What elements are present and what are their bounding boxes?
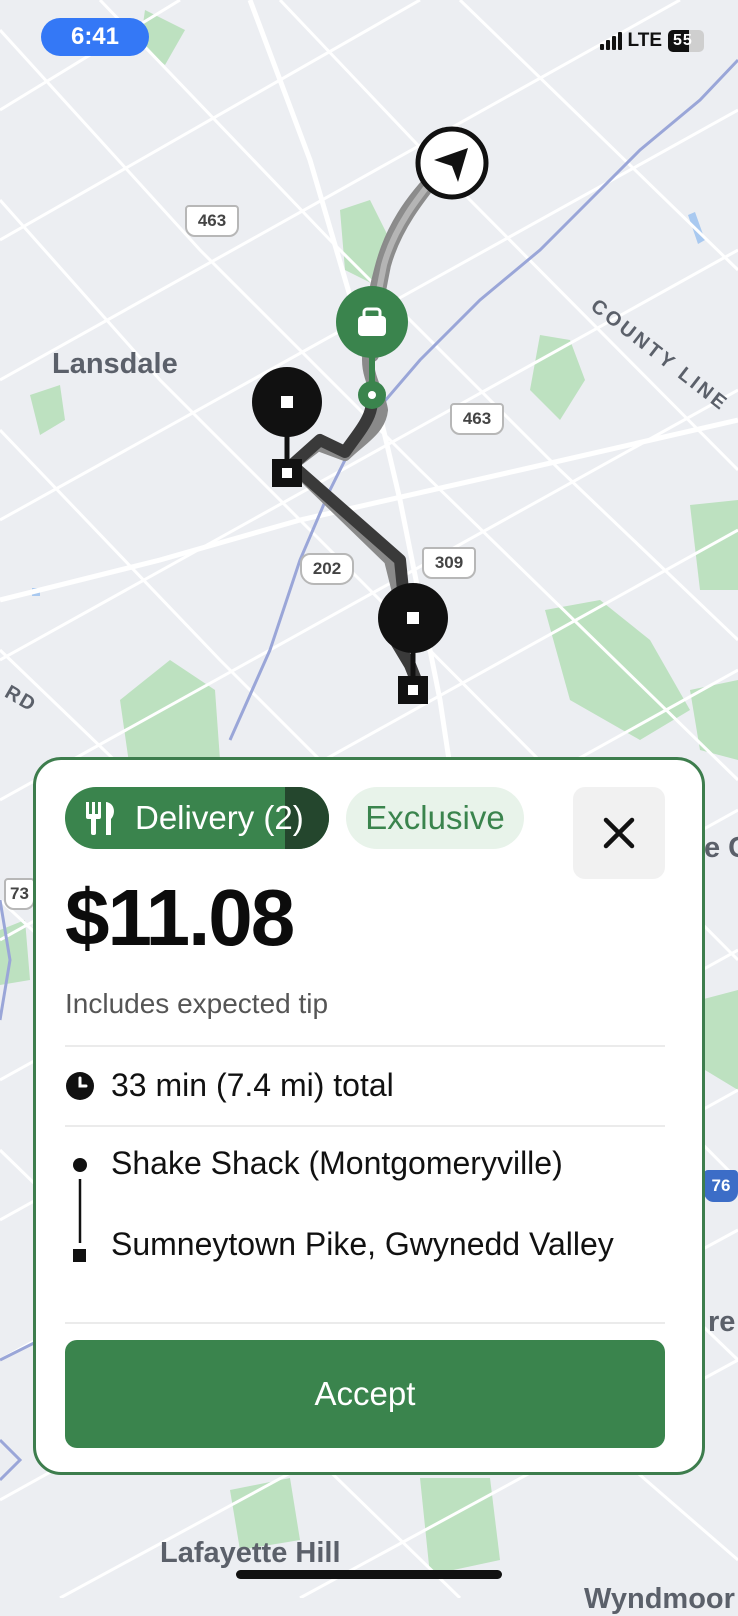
dropoff-location: Sumneytown Pike, Gwynedd Valley bbox=[111, 1226, 614, 1262]
battery-level: 55 bbox=[673, 32, 693, 49]
fork-knife-icon bbox=[83, 800, 119, 836]
map-label-fragment: re bbox=[708, 1306, 736, 1338]
duration-text: 33 min (7.4 mi) total bbox=[111, 1067, 394, 1103]
divider bbox=[65, 1125, 665, 1127]
map-label-fragment: e C bbox=[704, 832, 738, 864]
map-label-wyndmoor: Wyndmoor bbox=[584, 1583, 735, 1615]
route-shield: 76 bbox=[704, 1170, 738, 1202]
status-time: 6:41 bbox=[41, 18, 149, 56]
route-shield: 463 bbox=[450, 403, 504, 435]
signal-icon bbox=[599, 32, 622, 50]
clock-icon bbox=[65, 1071, 95, 1101]
divider bbox=[65, 1045, 665, 1047]
route-shield: 309 bbox=[422, 547, 476, 579]
stop-rail-icon bbox=[73, 1158, 87, 1262]
delivery-type-label: Delivery (2) bbox=[135, 799, 304, 836]
home-indicator[interactable] bbox=[236, 1570, 502, 1579]
delivery-type-badge: Delivery (2) bbox=[65, 787, 329, 849]
battery-icon: 55 bbox=[668, 30, 704, 52]
close-button[interactable] bbox=[573, 787, 665, 879]
shopping-bag-icon bbox=[336, 286, 408, 358]
route-shield: 202 bbox=[300, 553, 354, 585]
map-label-lansdale: Lansdale bbox=[52, 348, 178, 380]
status-indicators: LTE 55 bbox=[599, 30, 704, 52]
accept-button[interactable]: Accept bbox=[65, 1340, 665, 1448]
price-note: Includes expected tip bbox=[65, 988, 329, 1019]
close-icon bbox=[603, 817, 635, 849]
route-shield: 73 bbox=[4, 878, 35, 910]
divider bbox=[65, 1322, 665, 1324]
offer-card: Delivery (2) Exclusive $11.08 Includes e… bbox=[33, 757, 705, 1475]
navigation-arrow-icon bbox=[415, 126, 489, 200]
exclusive-badge: Exclusive bbox=[346, 787, 524, 849]
route-shield: 463 bbox=[185, 205, 239, 237]
duration-row: 33 min (7.4 mi) total bbox=[65, 1067, 394, 1104]
network-label: LTE bbox=[627, 30, 662, 51]
map-label-lafayette-hill: Lafayette Hill bbox=[160, 1537, 341, 1569]
pickup-location: Shake Shack (Montgomeryville) bbox=[111, 1145, 563, 1181]
offer-price: $11.08 bbox=[65, 873, 295, 962]
